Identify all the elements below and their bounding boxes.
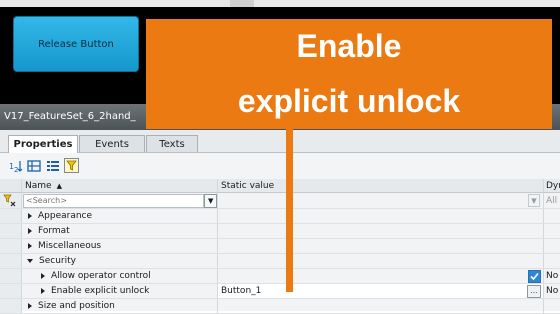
row-gutter (0, 224, 22, 238)
property-grid: Name ▲ Static value Dyn ▼ ▼ All Appearan… (0, 179, 560, 314)
row-value (218, 254, 544, 268)
column-header-dynamic[interactable]: Dyn (544, 179, 560, 193)
annotation-callout: Enable explicit unlock (146, 19, 552, 129)
row-size-and-position[interactable]: Size and position (0, 299, 560, 314)
row-gutter (0, 239, 22, 253)
row-label: Miscellaneous (22, 239, 218, 253)
row-miscellaneous[interactable]: Miscellaneous (0, 239, 560, 254)
search-row: ▼ ▼ All (0, 193, 560, 209)
row-label-text: Appearance (38, 211, 93, 221)
row-value: Button_1 … (218, 284, 544, 298)
properties-toolbar: 12 (0, 153, 560, 179)
preview-top-strip (0, 0, 560, 7)
search-dropdown-icon[interactable]: ▼ (204, 193, 217, 208)
explicit-unlock-value-field[interactable]: Button_1 (218, 286, 261, 296)
row-label-text: Miscellaneous (38, 241, 102, 251)
value-filter-dropdown-icon[interactable]: ▼ (528, 194, 540, 207)
inspector-title: V17_FeatureSet_6_2hand_ (4, 111, 136, 122)
release-button[interactable]: Release Button (13, 16, 139, 72)
preview-tab-notch (230, 0, 254, 7)
row-label-text: Size and position (38, 301, 115, 311)
row-value (218, 224, 544, 238)
row-enable-explicit-unlock[interactable]: Enable explicit unlock Button_1 … No (0, 284, 560, 299)
column-header-static-value[interactable]: Static value (218, 179, 544, 193)
value-filter-cell: ▼ (218, 193, 544, 208)
row-label-text: Format (38, 226, 70, 236)
header-gutter (0, 179, 22, 193)
row-dynamic (544, 239, 560, 253)
expand-arrow-icon[interactable] (41, 273, 45, 279)
row-label: Format (22, 224, 218, 238)
row-gutter (0, 254, 22, 268)
row-dynamic: No (544, 269, 560, 283)
filter-icon[interactable] (64, 158, 79, 173)
row-value (218, 209, 544, 223)
row-label: Appearance (22, 209, 218, 223)
row-dynamic: No (544, 284, 560, 298)
row-value (218, 269, 544, 283)
callout-line-2: explicit unlock (237, 83, 461, 119)
row-label-text: Enable explicit unlock (51, 286, 150, 296)
row-appearance[interactable]: Appearance (0, 209, 560, 224)
filter-clear-icon[interactable] (0, 193, 22, 208)
search-field-cell: ▼ (22, 193, 218, 208)
row-label: Enable explicit unlock (22, 284, 218, 298)
expand-arrow-icon[interactable] (28, 213, 32, 219)
column-header-name[interactable]: Name ▲ (22, 179, 218, 193)
tab-events[interactable]: Events (79, 135, 145, 152)
sort-ascending-icon: ▲ (56, 181, 62, 190)
inspector-tabs: Properties Events Texts (0, 130, 560, 153)
expand-arrow-icon[interactable] (28, 243, 32, 249)
callout-line-1: Enable (296, 28, 402, 64)
row-format[interactable]: Format (0, 224, 560, 239)
row-value (218, 239, 544, 253)
row-label-text: Security (39, 256, 76, 266)
expand-arrow-icon[interactable] (28, 303, 32, 309)
sort-icon[interactable]: 12 (9, 159, 23, 173)
callout-pointer (286, 126, 293, 292)
row-gutter (0, 209, 22, 223)
column-header-name-label: Name (25, 180, 52, 191)
browse-button[interactable]: … (527, 284, 541, 298)
row-gutter (0, 269, 22, 283)
row-security[interactable]: Security (0, 254, 560, 269)
tab-texts[interactable]: Texts (146, 135, 198, 152)
row-dynamic (544, 224, 560, 238)
row-label: Allow operator control (22, 269, 218, 283)
row-label-text: Allow operator control (51, 271, 151, 281)
list-view-icon[interactable] (46, 159, 60, 173)
dynamic-value: No (546, 286, 559, 296)
categorize-icon[interactable] (27, 159, 41, 173)
dynamic-filter-cell[interactable]: All (544, 193, 560, 208)
expand-arrow-icon[interactable] (41, 288, 45, 294)
expand-arrow-icon[interactable] (28, 228, 32, 234)
search-input[interactable] (23, 193, 205, 208)
row-label: Security (22, 254, 218, 268)
collapse-arrow-icon[interactable] (27, 259, 33, 263)
row-allow-operator-control[interactable]: Allow operator control No (0, 269, 560, 284)
tab-properties[interactable]: Properties (8, 135, 78, 153)
row-dynamic (544, 254, 560, 268)
row-gutter (0, 284, 22, 298)
allow-operator-control-checkbox[interactable] (528, 269, 541, 283)
row-dynamic (544, 209, 560, 223)
dynamic-value: No (546, 271, 559, 281)
dynamic-filter-value: All (546, 195, 558, 206)
